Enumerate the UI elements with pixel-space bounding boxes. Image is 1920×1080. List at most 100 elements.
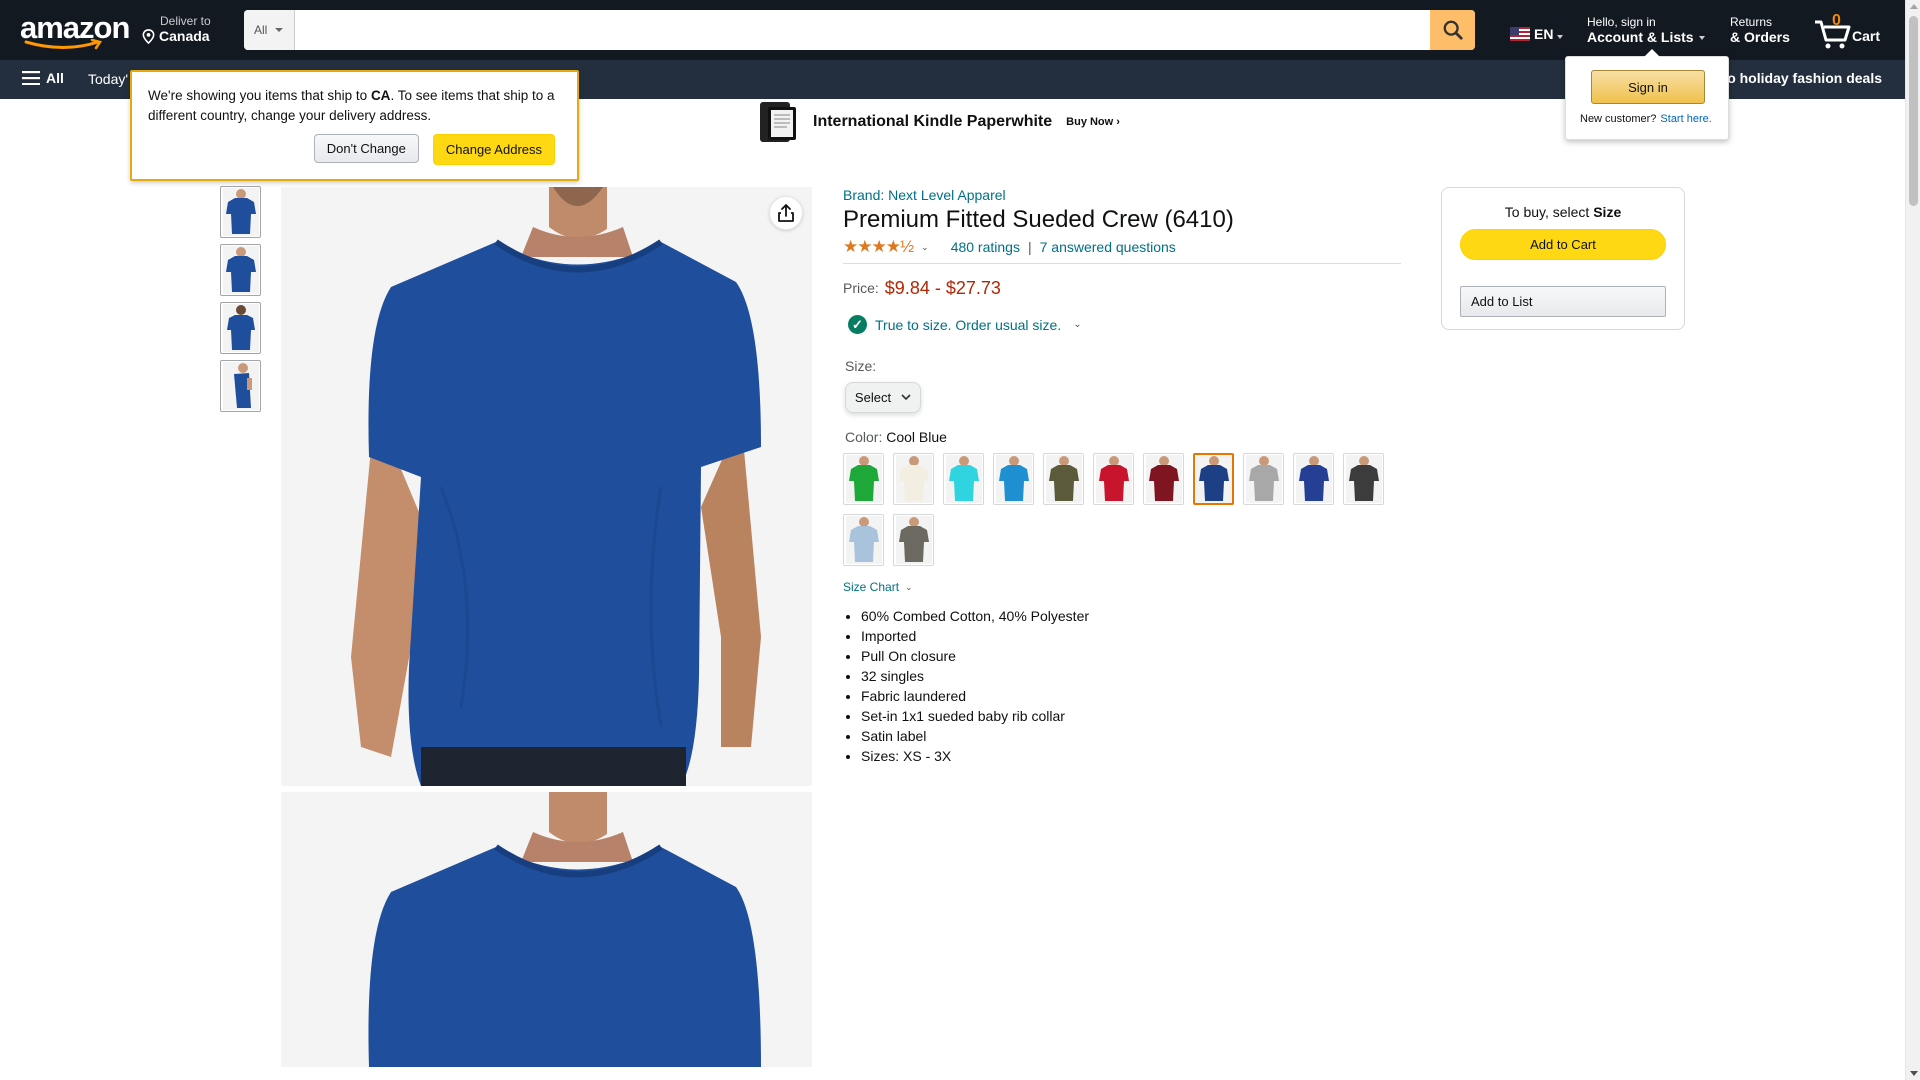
add-to-list-button[interactable]: Add to List: [1460, 286, 1666, 317]
thumbnail-front-2[interactable]: [220, 244, 261, 296]
account-and-lists[interactable]: Hello, sign in Account & Lists: [1587, 15, 1706, 45]
feature-bullet: Pull On closure: [861, 646, 1401, 666]
banner-title: International Kindle Paperwhite: [813, 113, 1053, 130]
top-navigation-bar: amazon Deliver to Canada All EN Hello, s…: [0, 0, 1905, 60]
hamburger-menu-icon: [22, 71, 40, 85]
feature-bullet: Imported: [861, 626, 1401, 646]
size-chart-link[interactable]: Size Chart ⌄: [843, 580, 1401, 594]
search-icon: [1443, 20, 1463, 40]
size-dropdown[interactable]: Select: [845, 382, 921, 413]
add-to-cart-button[interactable]: Add to Cart: [1460, 229, 1666, 260]
cart-button[interactable]: 0 Cart: [1813, 12, 1883, 50]
product-details: Brand: Next Level Apparel Premium Fitted…: [843, 187, 1401, 766]
logo-text: amazon: [20, 10, 130, 45]
main-product-image[interactable]: [281, 187, 812, 786]
scroll-down-arrow-icon[interactable]: [1910, 1071, 1918, 1076]
language-label: EN: [1534, 26, 1554, 42]
vertical-scrollbar[interactable]: [1905, 0, 1920, 1080]
sign-in-button[interactable]: Sign in: [1591, 70, 1705, 104]
feature-bullets: 60% Combed Cotton, 40% PolyesterImported…: [861, 606, 1401, 766]
change-address-button[interactable]: Change Address: [432, 134, 555, 165]
popover-country: CA: [370, 88, 391, 103]
size-label: Size:: [845, 358, 877, 374]
color-swatch[interactable]: [1293, 453, 1334, 505]
ratings-count-link[interactable]: 480 ratings: [951, 239, 1020, 255]
price-value: $9.84 - $27.73: [884, 278, 1001, 298]
color-swatch[interactable]: [1193, 453, 1234, 505]
color-swatch[interactable]: [943, 453, 984, 505]
us-flag-icon: [1510, 27, 1530, 41]
tshirt-thumbnail-icon: [222, 188, 259, 236]
search-category-label: All: [254, 23, 268, 37]
color-swatch[interactable]: [843, 514, 884, 566]
buy-box-instruction: To buy, select: [1504, 204, 1594, 220]
dont-change-button[interactable]: Don't Change: [313, 134, 419, 163]
thumbnail-back[interactable]: [220, 302, 261, 354]
chevron-down-icon[interactable]: ⌄: [921, 242, 929, 253]
language-selector[interactable]: EN: [1510, 26, 1564, 42]
color-swatch[interactable]: [1043, 453, 1084, 505]
price-label: Price:: [843, 280, 879, 296]
search-input[interactable]: [295, 10, 1430, 50]
banner-buy-now-link[interactable]: Buy Now ›: [1066, 116, 1120, 128]
cart-count: 0: [1832, 12, 1841, 29]
tshirt-swatch-icon: [945, 455, 982, 503]
color-swatch[interactable]: [893, 514, 934, 566]
search-bar: All: [244, 10, 1475, 50]
delivery-address-popover: We're showing you items that ship to CA.…: [130, 70, 579, 181]
caret-down-icon: [1699, 36, 1706, 41]
tshirt-model-image: [281, 187, 812, 786]
returns-and-orders[interactable]: Returns & Orders: [1730, 15, 1790, 45]
search-category-dropdown[interactable]: All: [244, 10, 295, 50]
color-swatch[interactable]: [1143, 453, 1184, 505]
kindle-ad-banner[interactable]: International Kindle Paperwhite Buy Now …: [759, 101, 1120, 143]
kindle-device-icon: [760, 102, 796, 142]
logo-smile-icon: [24, 39, 103, 50]
share-button[interactable]: [769, 196, 803, 230]
tshirt-swatch-icon: [1095, 455, 1132, 503]
amazon-logo[interactable]: amazon: [20, 10, 130, 50]
thumbnail-side[interactable]: [220, 360, 261, 412]
todays-deals-link[interactable]: Today': [88, 71, 128, 87]
feature-bullet: Satin label: [861, 726, 1401, 746]
brand-link[interactable]: Brand: Next Level Apparel: [843, 187, 1401, 203]
deliver-to-label: Deliver to: [160, 14, 211, 28]
thumbnail-front[interactable]: [220, 186, 261, 238]
scrollbar-thumb[interactable]: [1909, 16, 1918, 206]
deliver-to[interactable]: Deliver to Canada: [141, 14, 211, 44]
size-chart-label: Size Chart: [843, 580, 900, 594]
deliver-country: Canada: [159, 28, 210, 44]
color-swatch[interactable]: [1093, 453, 1134, 505]
color-value: Cool Blue: [886, 429, 947, 445]
rating-row: ★★★★½ ⌄ 480 ratings | 7 answered questio…: [843, 237, 1401, 264]
tshirt-swatch-icon: [895, 455, 932, 503]
account-greeting: Hello, sign in: [1587, 15, 1656, 29]
holiday-fashion-deals-link[interactable]: o holiday fashion deals: [1727, 70, 1882, 86]
tshirt-swatch-icon: [845, 455, 882, 503]
tshirt-swatch-icon: [1145, 455, 1182, 503]
answered-questions-link[interactable]: 7 answered questions: [1040, 239, 1176, 255]
tshirt-swatch-icon: [1345, 455, 1382, 503]
all-menu-button[interactable]: All: [22, 70, 64, 86]
color-swatch[interactable]: [893, 453, 934, 505]
price-row: Price: $9.84 - $27.73: [843, 276, 1401, 299]
fit-text: True to size. Order usual size.: [875, 316, 1062, 333]
buy-box-text: To buy, select Size: [1442, 204, 1684, 220]
scroll-up-arrow-icon[interactable]: [1910, 4, 1918, 9]
color-swatch[interactable]: [993, 453, 1034, 505]
start-here-link[interactable]: Start here.: [1660, 113, 1711, 125]
product-title: Premium Fitted Sueded Crew (6410): [843, 206, 1234, 233]
color-swatch[interactable]: [1343, 453, 1384, 505]
search-button[interactable]: [1430, 10, 1475, 50]
share-icon: [778, 204, 794, 222]
fit-recommendation[interactable]: ✓ True to size. Order usual size. ⌄: [848, 315, 1401, 334]
color-swatch[interactable]: [1243, 453, 1284, 505]
secondary-product-image[interactable]: [281, 792, 812, 1067]
tshirt-swatch-icon: [895, 516, 932, 564]
feature-bullet: Sizes: XS - 3X: [861, 746, 1401, 766]
color-swatch[interactable]: [843, 453, 884, 505]
feature-bullet: 32 singles: [861, 666, 1401, 686]
star-rating-icon[interactable]: ★★★★½: [843, 237, 914, 257]
tshirt-swatch-icon: [845, 516, 882, 564]
chevron-down-icon: [901, 394, 911, 401]
